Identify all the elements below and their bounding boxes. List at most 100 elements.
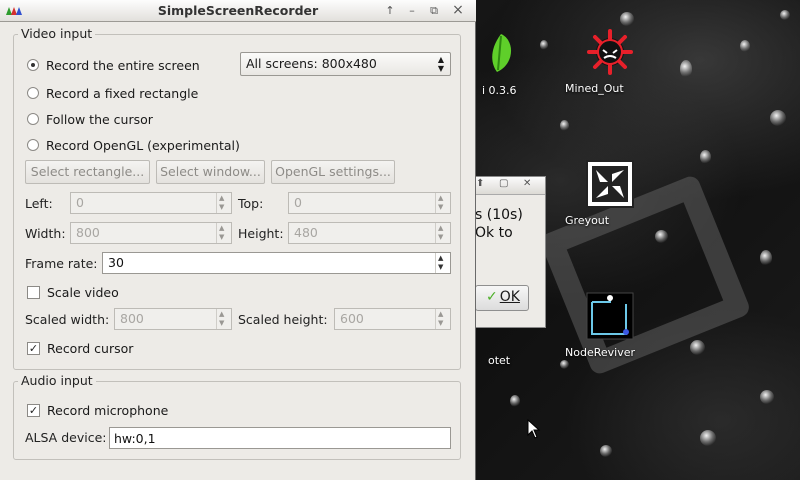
spin-arrows-icon[interactable]: ▲ ▼: [435, 223, 450, 243]
minimize-icon[interactable]: –: [402, 2, 422, 19]
dialog-titlebar: ⬆ ▢ ✕: [471, 177, 545, 195]
radio-button[interactable]: [27, 113, 39, 125]
dialog-close-icon[interactable]: ✕: [523, 178, 531, 189]
select-rectangle-button[interactable]: Select rectangle...: [25, 160, 150, 184]
desktop-icon-greyout[interactable]: Greyout: [565, 160, 655, 227]
screen-select-dropdown[interactable]: All screens: 800x480 ▲ ▼: [240, 52, 451, 76]
top-value: 0: [294, 195, 302, 210]
maximize-icon[interactable]: ⧉: [424, 2, 444, 19]
checkbox-label: Record cursor: [47, 340, 134, 356]
height-value: 480: [294, 225, 318, 240]
water-drop: [620, 12, 634, 26]
scaled-width-label: Scaled width:: [25, 312, 110, 327]
desktop-icon-nodereviver[interactable]: NodeReviver: [565, 292, 655, 359]
record-microphone-checkbox[interactable]: ✓ Record microphone: [27, 401, 168, 419]
water-drop: [510, 395, 520, 407]
close-icon[interactable]: ×: [448, 2, 468, 19]
checkbox-label: Record microphone: [47, 402, 169, 418]
dropdown-arrows-icon: ▲ ▼: [437, 55, 444, 73]
nodereviver-icon: [586, 292, 634, 340]
spin-arrows-icon[interactable]: ▲ ▼: [435, 309, 450, 329]
background-dialog: ⬆ ▢ ✕ s (10s) Ok to ✓ OK: [470, 176, 546, 328]
dialog-message-line: Ok to: [475, 225, 513, 241]
left-label: Left:: [25, 196, 53, 211]
radio-label: Record the entire screen: [46, 57, 200, 73]
dialog-ok-button[interactable]: ✓ OK: [475, 285, 529, 311]
checkbox[interactable]: [27, 285, 40, 299]
water-drop: [540, 40, 548, 50]
record-cursor-checkbox[interactable]: ✓ Record cursor: [27, 339, 133, 357]
dialog-ok-label: OK: [499, 289, 520, 305]
scaled-width-spinbox[interactable]: 800 ▲ ▼: [114, 308, 232, 330]
water-drop: [680, 60, 692, 78]
radio-label: Record a fixed rectangle: [46, 85, 199, 101]
top-spinbox[interactable]: 0 ▲ ▼: [288, 192, 451, 214]
width-spinbox[interactable]: 800 ▲ ▼: [70, 222, 232, 244]
top-label: Top:: [238, 196, 264, 211]
dialog-message-line: s (10s): [475, 207, 523, 223]
left-value: 0: [76, 195, 84, 210]
scaled-height-value: 600: [340, 311, 364, 326]
width-label: Width:: [25, 226, 66, 241]
dialog-restore-icon[interactable]: ▢: [499, 178, 508, 189]
scale-video-checkbox[interactable]: Scale video: [27, 283, 119, 301]
simplescreenrecorder-window: SimpleScreenRecorder ↑ – ⧉ × Video input…: [0, 0, 476, 480]
checkbox[interactable]: ✓: [27, 341, 40, 355]
spin-arrows-icon[interactable]: ▲ ▼: [216, 193, 231, 213]
checkbox[interactable]: ✓: [27, 403, 40, 417]
water-drop: [690, 340, 705, 355]
radio-record-entire-screen[interactable]: Record the entire screen: [27, 56, 200, 74]
alsa-device-label: ALSA device:: [25, 430, 107, 445]
video-input-title: Video input: [18, 26, 96, 41]
frame-rate-value: 30: [108, 255, 124, 270]
window-titlebar[interactable]: SimpleScreenRecorder ↑ – ⧉ ×: [0, 0, 476, 22]
spin-arrows-icon[interactable]: ▲ ▼: [216, 223, 231, 243]
left-spinbox[interactable]: 0 ▲ ▼: [70, 192, 232, 214]
screen-select-value: All screens: 800x480: [246, 56, 377, 71]
water-drop: [740, 40, 750, 52]
radio-label: Follow the cursor: [46, 111, 153, 127]
alsa-device-input[interactable]: [110, 428, 450, 448]
greyout-icon: [586, 160, 634, 208]
green-leaf-icon: [471, 30, 519, 78]
opengl-settings-button[interactable]: OpenGL settings...: [271, 160, 395, 184]
water-drop: [700, 430, 716, 446]
water-drop: [560, 120, 569, 131]
keep-above-icon[interactable]: ↑: [380, 2, 400, 19]
audio-input-title: Audio input: [18, 373, 96, 388]
height-label: Height:: [238, 226, 284, 241]
frame-rate-label: Frame rate:: [25, 256, 98, 271]
radio-record-opengl[interactable]: Record OpenGL (experimental): [27, 136, 240, 154]
spin-arrows-icon[interactable]: ▲ ▼: [435, 193, 450, 213]
frame-rate-spinbox[interactable]: 30 ▲ ▼: [102, 252, 451, 274]
select-window-button[interactable]: Select window...: [156, 160, 265, 184]
radio-follow-cursor[interactable]: Follow the cursor: [27, 110, 153, 128]
water-drop: [760, 390, 774, 404]
checkbox-label: Scale video: [47, 284, 119, 300]
radio-button[interactable]: [27, 139, 39, 151]
alsa-device-field[interactable]: [109, 427, 451, 449]
dialog-maximize-icon[interactable]: ⬆: [476, 178, 484, 189]
spin-arrows-icon[interactable]: ▲ ▼: [435, 253, 450, 273]
radio-button[interactable]: [27, 87, 39, 99]
desktop-icon-mined-out[interactable]: Mined_Out: [565, 28, 655, 95]
water-drop: [780, 10, 790, 20]
desktop-icon-label: Greyout: [565, 214, 610, 227]
desktop-icon-label: Mined_Out: [565, 82, 624, 95]
scaled-height-spinbox[interactable]: 600 ▲ ▼: [334, 308, 451, 330]
mine-icon: [586, 28, 634, 76]
height-spinbox[interactable]: 480 ▲ ▼: [288, 222, 451, 244]
scaled-height-label: Scaled height:: [238, 312, 328, 327]
water-drop: [600, 445, 612, 457]
width-value: 800: [76, 225, 100, 240]
spin-arrows-icon[interactable]: ▲ ▼: [216, 309, 231, 329]
checkmark-icon: ✓: [486, 289, 498, 305]
desktop-icon-label: NodeReviver: [565, 346, 635, 359]
water-drop: [770, 110, 786, 126]
water-drop: [760, 250, 772, 266]
radio-record-fixed-rectangle[interactable]: Record a fixed rectangle: [27, 84, 198, 102]
scaled-width-value: 800: [120, 311, 144, 326]
mouse-pointer-icon: [527, 419, 541, 439]
radio-button[interactable]: [27, 59, 39, 71]
water-drop: [700, 150, 711, 164]
